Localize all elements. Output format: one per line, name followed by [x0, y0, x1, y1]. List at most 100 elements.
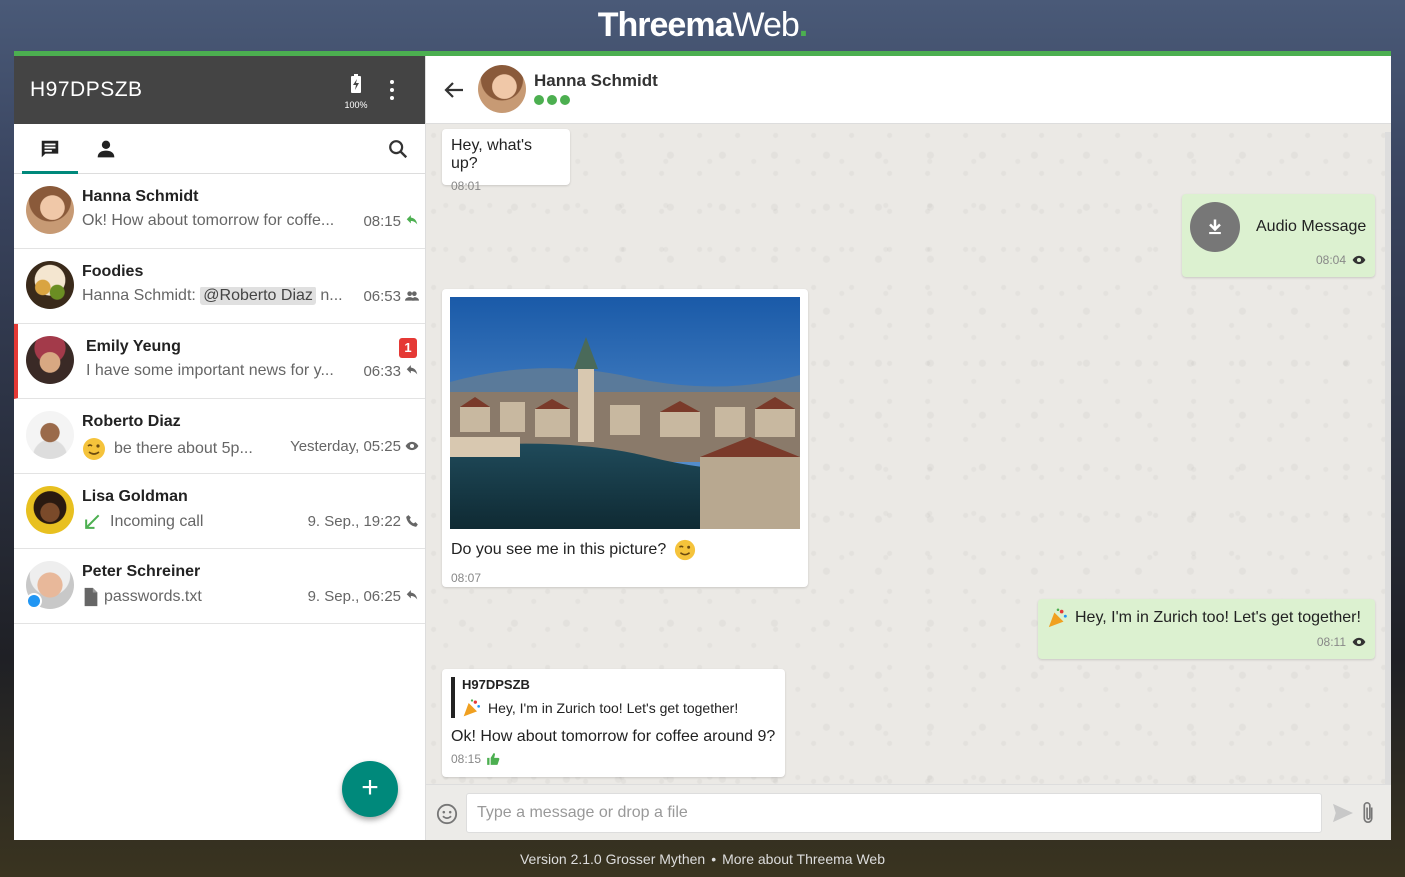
verification-level [534, 95, 573, 105]
smiley-icon [436, 803, 458, 825]
version-text: Version 2.1.0 Grosser Mythen [519, 851, 706, 867]
quote-text: Hey, I'm in Zurich too! Let's get togeth… [462, 698, 776, 718]
avatar [26, 261, 74, 309]
conversation-preview: be there about 5p... [82, 437, 282, 461]
conversation-time: 9. Sep., 06:25 [307, 588, 401, 605]
message-time: 08:15 [451, 752, 482, 766]
conversation-name: Lisa Goldman [82, 488, 188, 505]
reply-icon [406, 590, 418, 600]
send-button[interactable] [1332, 803, 1354, 828]
quote-author: H97DPSZB [462, 677, 530, 692]
download-button[interactable] [1190, 202, 1240, 252]
avatar [26, 411, 74, 459]
file-icon [84, 587, 98, 607]
audio-label: Audio Message [1256, 218, 1367, 235]
wink-emoji-icon [83, 438, 105, 460]
message-input[interactable]: Type a message or drop a file [466, 793, 1322, 833]
outgoing-audio-message: Audio Message 08:04 [1182, 194, 1375, 277]
eye-icon [1352, 255, 1366, 265]
back-button[interactable] [442, 78, 466, 107]
reply-icon [406, 215, 418, 225]
work-badge-icon [26, 593, 42, 609]
threema-web-logo: ThreemaWeb. [597, 6, 809, 44]
incoming-message: Hey, what's up? 08:01 [442, 129, 570, 193]
arrow-left-icon [444, 82, 463, 98]
message-text: Hey, I'm in Zurich too! Let's get togeth… [1047, 607, 1366, 629]
conversation-name: Roberto Diaz [82, 413, 181, 430]
mention-chip: @Roberto Diaz [200, 287, 316, 305]
incoming-reply-message: H97DPSZB Hey, I'm in Zurich too! Let's g… [442, 669, 785, 777]
conversation-time: 06:53 [363, 288, 401, 305]
incoming-image-message: Do you see me in this picture? 08:07 [442, 289, 808, 587]
sidebar: H97DPSZB 100% Hanna Schmidt Ok! How abou… [14, 56, 426, 840]
avatar [26, 336, 74, 384]
conversation-time: 08:15 [363, 213, 401, 230]
attach-button[interactable] [1361, 801, 1375, 830]
paperclip-icon [1363, 802, 1373, 824]
party-popper-icon [1048, 608, 1067, 628]
about-link[interactable]: More about Threema Web [722, 851, 885, 867]
composer: Type a message or drop a file [426, 784, 1391, 840]
tab-contacts[interactable] [78, 125, 134, 173]
send-icon [1333, 803, 1353, 823]
conversation-item[interactable]: Peter Schreiner passwords.txt 9. Sep., 0… [14, 549, 425, 624]
my-identity: H97DPSZB [30, 78, 143, 101]
battery-status: 100% [344, 74, 368, 110]
unread-badge: 1 [399, 338, 417, 358]
avatar [26, 561, 74, 609]
conversation-preview: passwords.txt [82, 587, 282, 607]
footer: Version 2.1.0 Grosser Mythen • More about … [0, 851, 1405, 867]
conversation-item[interactable]: Foodies Hanna Schmidt: @Roberto Diaz n..… [14, 249, 425, 324]
sidebar-tabs [14, 124, 425, 174]
conversation-preview: I have some important news for y... [86, 362, 334, 379]
contact-avatar[interactable] [478, 65, 526, 113]
conversation-time: 9. Sep., 19:22 [307, 513, 401, 530]
avatar [26, 486, 74, 534]
conversation-item[interactable]: Roberto Diaz be there about 5p... Yester… [14, 399, 425, 474]
new-chat-button[interactable]: + [342, 761, 398, 817]
phone-icon [406, 515, 418, 527]
download-icon [1209, 219, 1221, 235]
chat-list-icon [41, 140, 59, 157]
chat-header: Hanna Schmidt [426, 56, 1391, 124]
conversation-preview: Incoming call [82, 512, 282, 532]
conversation-item[interactable]: Hanna Schmidt Ok! How about tomorrow for… [14, 174, 425, 249]
more-menu-icon[interactable] [386, 78, 398, 102]
search-button[interactable] [387, 138, 409, 165]
footer-separator: • [711, 851, 717, 867]
message-time: 08:04 [1315, 253, 1346, 267]
conversation-item[interactable]: Emily Yeung 1 I have some important news… [14, 324, 425, 399]
eye-icon [405, 441, 419, 451]
message-text: Hey, what's up? [451, 137, 533, 172]
conversation-item[interactable]: Lisa Goldman Incoming call 9. Sep., 19:2… [14, 474, 425, 549]
group-icon [405, 291, 419, 301]
person-icon [97, 140, 115, 157]
tab-conversations[interactable] [22, 125, 78, 174]
conversation-name: Emily Yeung [86, 338, 181, 355]
party-popper-icon [463, 699, 480, 717]
conversation-name: Peter Schreiner [82, 563, 201, 580]
message-time: 08:11 [1316, 635, 1346, 649]
emoji-button[interactable] [436, 803, 458, 830]
conversation-time: 06:33 [363, 363, 401, 380]
message-text: Ok! How about tomorrow for coffee around… [451, 728, 776, 745]
eye-icon [1352, 637, 1366, 647]
app-window: H97DPSZB 100% Hanna Schmidt Ok! How abou… [14, 51, 1391, 840]
reply-icon [406, 365, 418, 375]
contact-name[interactable]: Hanna Schmidt [534, 71, 658, 91]
wink-emoji-icon [675, 539, 696, 561]
avatar [26, 186, 74, 234]
search-icon [389, 140, 408, 159]
conversation-time: Yesterday, 05:25 [290, 438, 401, 455]
thumbs-up-icon [487, 753, 500, 765]
quoted-message[interactable]: H97DPSZB Hey, I'm in Zurich too! Let's g… [451, 677, 776, 718]
chat-panel: Hanna Schmidt Hey, what's up? 08:01 Audi… [426, 56, 1391, 840]
conversation-preview: Ok! How about tomorrow for coffe... [82, 212, 335, 229]
incoming-call-icon [85, 514, 100, 529]
sidebar-header: H97DPSZB 100% [14, 56, 425, 124]
conversation-name: Foodies [82, 263, 144, 280]
scrollbar[interactable] [1385, 132, 1391, 784]
message-time: 08:01 [451, 179, 482, 193]
zurich-photo[interactable] [450, 297, 800, 529]
battery-percent: 100% [344, 100, 368, 110]
